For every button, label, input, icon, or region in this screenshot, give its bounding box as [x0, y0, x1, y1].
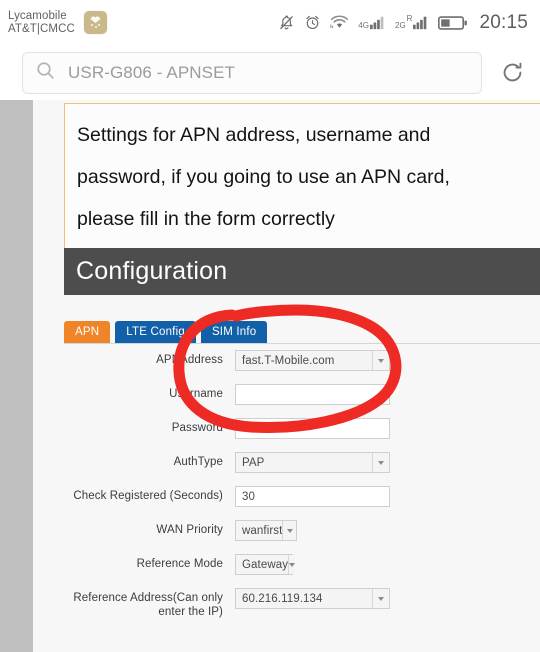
select-auth-type-value: PAP: [242, 456, 265, 469]
tab-apn[interactable]: APN: [64, 321, 111, 343]
form-row-reference-address: Reference Address(Can only enter the IP)…: [64, 588, 540, 619]
address-bar-text[interactable]: USR-G806 - APNSET: [68, 63, 235, 83]
field-check-registered-wrap: 30: [235, 486, 390, 507]
select-wan-priority-value: wanfirst: [242, 524, 283, 537]
label-check-registered: Check Registered (Seconds): [73, 490, 223, 502]
select-wan-priority[interactable]: wanfirst: [235, 520, 297, 541]
tab-lte-config-label: LTE Config: [126, 326, 185, 338]
select-auth-type[interactable]: PAP: [235, 452, 390, 473]
field-apn-address-wrap: fast.T-Mobile.com: [235, 350, 390, 371]
label-reference-mode: Reference Mode: [136, 558, 223, 570]
form-row-username: Username: [64, 384, 540, 405]
label-reference-address: Reference Address(Can only enter the IP): [73, 592, 223, 618]
signal-2g-roaming-icon: 2G R: [395, 15, 429, 30]
config-tab-strip: APN LTE Config SIM Info: [64, 321, 540, 343]
instructions-notice: Settings for APN address, username and p…: [64, 103, 540, 253]
tab-sim-info-label: SIM Info: [211, 326, 257, 338]
label-wan-priority: WAN Priority: [156, 524, 223, 536]
status-clock: 20:15: [479, 11, 528, 33]
tab-strip-divider: [64, 343, 540, 344]
field-reference-mode-wrap: Gateway: [235, 554, 296, 575]
input-check-registered[interactable]: 30: [235, 486, 390, 507]
phone-screen: Lycamobile AT&T|CMCC 4G 2G R 20:15 USR-G…: [0, 0, 540, 652]
input-username[interactable]: [235, 384, 390, 405]
tab-sim-info[interactable]: SIM Info: [200, 321, 268, 343]
chevron-down-icon[interactable]: [372, 453, 389, 472]
chevron-down-icon[interactable]: [372, 351, 389, 370]
field-reference-address-wrap: 60.216.119.134: [235, 588, 390, 609]
form-row-password: Password: [64, 418, 540, 439]
browser-toolbar: USR-G806 - APNSET: [0, 45, 540, 100]
page-content: Settings for APN address, username and p…: [33, 100, 540, 652]
alarm-clock-icon: [304, 14, 321, 31]
form-row-apn-address: APNAddress fast.T-Mobile.com: [64, 350, 540, 371]
input-password[interactable]: [235, 418, 390, 439]
search-icon: [35, 60, 56, 86]
label-password: Password: [171, 422, 223, 434]
label-username: Username: [169, 388, 223, 400]
signal-4g-label: 4G: [358, 21, 369, 30]
reload-icon[interactable]: [494, 55, 530, 91]
form-row-reference-mode: Reference Mode Gateway: [64, 554, 540, 575]
signal-4g-icon: 4G: [358, 15, 386, 30]
status-bar: Lycamobile AT&T|CMCC 4G 2G R 20:15: [0, 0, 540, 45]
web-page-viewport: Settings for APN address, username and p…: [0, 100, 540, 652]
chevron-down-icon[interactable]: [372, 589, 389, 608]
form-row-check-registered: Check Registered (Seconds) 30: [64, 486, 540, 507]
page-title: Configuration: [76, 257, 228, 285]
status-icons: 4G 2G R 20:15: [278, 12, 528, 34]
configuration-header: Configuration: [64, 248, 540, 295]
select-apn-address-value: fast.T-Mobile.com: [242, 354, 335, 367]
field-password-wrap: [235, 418, 390, 439]
select-reference-address-value: 60.216.119.134: [242, 592, 323, 605]
field-wan-priority-wrap: wanfirst: [235, 520, 297, 541]
carrier-line-1: Lycamobile: [8, 9, 67, 22]
form-row-auth-type: AuthType PAP: [64, 452, 540, 473]
select-reference-mode[interactable]: Gateway: [235, 554, 296, 575]
battery-icon: [438, 15, 468, 31]
carrier-names: Lycamobile AT&T|CMCC: [8, 10, 75, 36]
bell-muted-icon: [278, 14, 295, 31]
notice-line-1: Settings for APN address, username and: [77, 124, 431, 146]
label-apn-address: APNAddress: [156, 354, 223, 366]
form-row-wan-priority: WAN Priority wanfirst: [64, 520, 540, 541]
notice-line-2: password, if you going to use an APN car…: [77, 166, 450, 188]
select-apn-address[interactable]: fast.T-Mobile.com: [235, 350, 390, 371]
select-reference-mode-value: Gateway: [242, 558, 289, 571]
select-reference-address[interactable]: 60.216.119.134: [235, 588, 390, 609]
signal-2g-label: 2G: [395, 21, 406, 30]
tab-lte-config[interactable]: LTE Config: [115, 321, 196, 343]
label-auth-type: AuthType: [173, 456, 223, 468]
chevron-down-icon[interactable]: [282, 521, 296, 540]
chevron-down-icon[interactable]: [288, 555, 296, 574]
field-auth-type-wrap: PAP: [235, 452, 390, 473]
carrier-line-2: AT&T|CMCC: [8, 22, 75, 35]
wifi-icon: [330, 14, 349, 31]
apn-settings-form: APNAddress fast.T-Mobile.com Username Pa…: [64, 350, 540, 632]
flower-app-icon: [83, 11, 107, 34]
carrier-block: Lycamobile AT&T|CMCC: [8, 10, 107, 36]
notice-line-3: please fill in the form correctly: [77, 208, 335, 230]
page-left-gutter: [0, 100, 33, 652]
field-username-wrap: [235, 384, 390, 405]
roaming-indicator-label: R: [406, 14, 413, 23]
address-bar[interactable]: USR-G806 - APNSET: [22, 51, 482, 94]
tab-apn-label: APN: [75, 326, 100, 338]
